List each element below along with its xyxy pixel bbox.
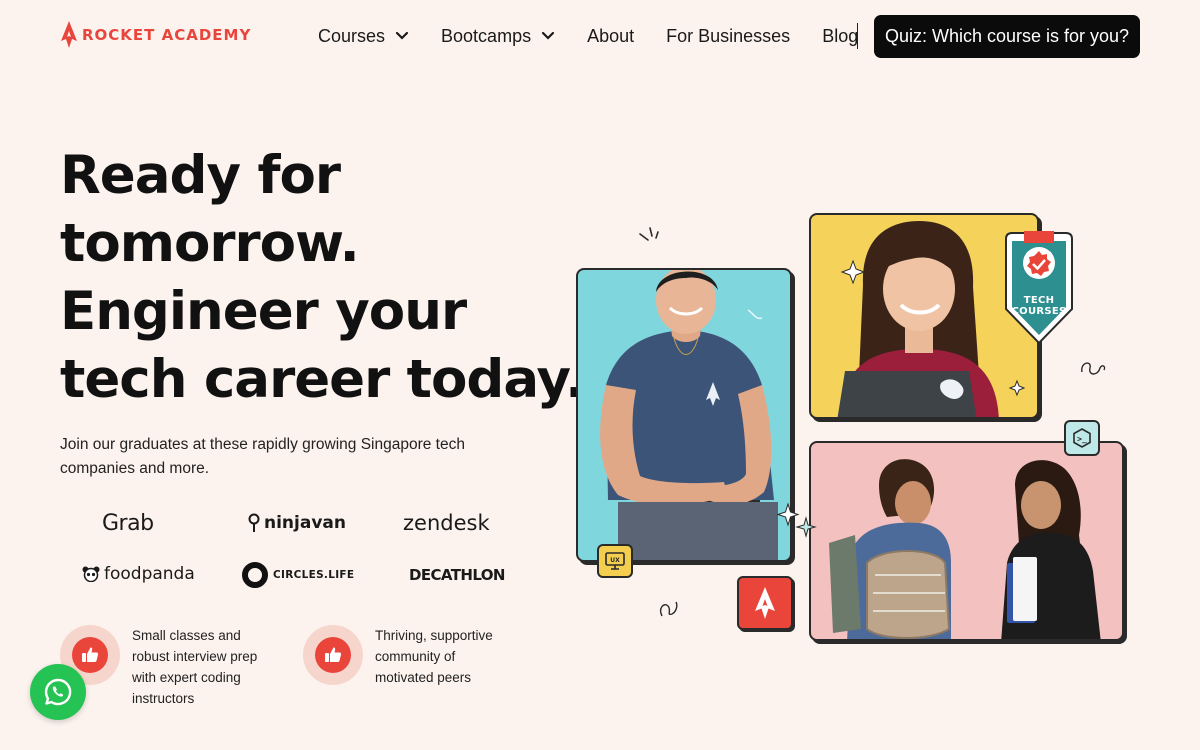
headline-line-2: tomorrow. — [60, 213, 360, 274]
rocket-logo-icon — [61, 21, 77, 48]
thumbs-up-icon — [82, 647, 99, 662]
man-illustration — [600, 270, 778, 560]
circles-life-logo-text: CIRCLES.LIFE — [273, 569, 355, 581]
foodpanda-logo-text: foodpanda — [104, 564, 195, 584]
zendesk-logo: zendesk — [403, 511, 490, 535]
chevron-down-icon — [541, 31, 555, 40]
site-header: ROCKET ACADEMY Courses Bootcamps About F… — [0, 0, 1200, 72]
thumbs-up-icon — [325, 647, 342, 662]
whatsapp-chat-button[interactable] — [30, 664, 86, 720]
student-photo-man — [576, 268, 792, 562]
decathlon-logo-text: DECATHLON — [409, 566, 505, 584]
brand-logo[interactable]: ROCKET ACADEMY — [60, 20, 251, 50]
nav-courses[interactable]: Courses — [318, 26, 409, 47]
nav-for-businesses[interactable]: For Businesses — [666, 26, 790, 47]
ux-tag-label: UX — [610, 557, 620, 564]
ux-tag: UX — [597, 544, 633, 578]
hero-headline: Ready for tomorrow. Engineer your tech c… — [60, 142, 585, 414]
headline-line-1: Ready for — [60, 145, 341, 206]
ninjavan-logo: ninjavan — [248, 513, 346, 533]
circles-life-logo: CIRCLES.LIFE — [241, 561, 354, 589]
sparkle-icon — [776, 502, 817, 538]
nav-courses-label: Courses — [318, 25, 386, 46]
zendesk-logo-text: zendesk — [403, 511, 490, 535]
headline-line-4: tech career today. — [60, 349, 585, 410]
feature-text: Small classes and robust interview prep … — [132, 628, 258, 706]
feature-community: Thriving, supportive community of motiva… — [303, 625, 515, 688]
panda-icon — [82, 566, 100, 582]
shield-icon — [1005, 231, 1073, 345]
monitor-icon: UX — [605, 552, 625, 570]
company-logos: Grab ninjavan zendesk foodpanda CIRCLES.… — [60, 505, 520, 605]
squiggle-icon — [1081, 362, 1106, 375]
ninjavan-pin-icon — [248, 513, 260, 532]
feature-text: Thriving, supportive community of motiva… — [375, 628, 493, 685]
whatsapp-icon — [44, 678, 72, 706]
brand-name: ROCKET ACADEMY — [82, 26, 252, 44]
rocket-icon — [755, 587, 775, 619]
ninjavan-logo-text: ninjavan — [264, 513, 346, 533]
tech-courses-badge: TECH COURSES — [1000, 231, 1078, 347]
headline-line-3: Engineer your — [60, 281, 467, 342]
nav-about[interactable]: About — [587, 26, 634, 47]
decathlon-logo: DECATHLON — [409, 566, 505, 584]
nav-for-businesses-label: For Businesses — [666, 25, 791, 46]
chevron-down-icon — [395, 31, 409, 40]
nav-about-label: About — [587, 25, 635, 46]
nav-divider — [857, 23, 858, 49]
nav-bootcamps-label: Bootcamps — [441, 25, 532, 46]
foodpanda-logo: foodpanda — [82, 564, 195, 584]
code-tag: >_ — [1064, 420, 1100, 456]
tech-courses-badge-label: TECH COURSES — [1011, 295, 1067, 317]
nav-bootcamps[interactable]: Bootcamps — [441, 26, 555, 47]
hero-subtext: Join our graduates at these rapidly grow… — [60, 436, 465, 477]
spark-lines-icon — [639, 227, 659, 241]
circles-ring-icon — [242, 562, 268, 588]
feature-small-classes: Small classes and robust interview prep … — [60, 625, 262, 709]
feature-badge — [303, 625, 363, 685]
main-nav: Courses Bootcamps About For Businesses B… — [318, 22, 890, 50]
students-chatting-photo — [809, 441, 1124, 641]
code-tag-label: >_ — [1077, 435, 1087, 444]
quiz-cta-button[interactable]: Quiz: Which course is for you? — [874, 15, 1140, 58]
squiggle-icon — [659, 601, 678, 617]
nav-blog[interactable]: Blog — [822, 26, 858, 47]
pair-illustration — [829, 459, 1101, 639]
terminal-icon: >_ — [1073, 428, 1091, 448]
grab-logo: Grab — [102, 511, 154, 536]
rocket-badge — [737, 576, 793, 630]
nav-blog-label: Blog — [822, 25, 859, 46]
grab-logo-text: Grab — [102, 511, 154, 536]
